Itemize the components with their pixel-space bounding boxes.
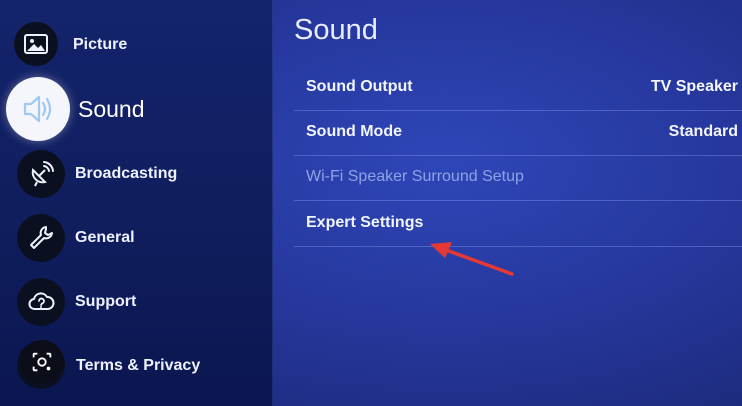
menu-item-label: Sound Mode — [306, 123, 402, 140]
sidebar-item-sound[interactable]: Sound — [0, 77, 272, 141]
menu-item-wifi-speaker-surround-setup: Wi-Fi Speaker Surround Setup — [294, 156, 742, 201]
menu-item-label: Expert Settings — [306, 214, 424, 231]
sidebar-item-label: General — [75, 229, 135, 246]
wrench-icon — [17, 214, 65, 262]
tv-settings-screen: Picture Sound Broadcasting General Suppo… — [0, 0, 742, 406]
speaker-icon — [6, 77, 70, 141]
menu-item-expert-settings[interactable]: Expert Settings — [294, 202, 742, 247]
sidebar-item-label: Picture — [73, 36, 128, 53]
sidebar-item-label: Broadcasting — [75, 165, 178, 182]
menu-item-value: Standard — [668, 123, 738, 140]
picture-icon — [14, 22, 58, 66]
page-title: Sound — [294, 14, 378, 46]
sidebar-item-broadcasting[interactable]: Broadcasting — [0, 150, 272, 198]
menu-item-sound-mode[interactable]: Sound Mode Standard — [294, 111, 742, 156]
menu-item-value: TV Speaker — [650, 78, 738, 95]
satellite-dish-icon — [17, 150, 65, 198]
menu-item-sound-output[interactable]: Sound Output TV Speaker — [294, 66, 742, 111]
menu-item-label: Sound Output — [306, 78, 413, 95]
sidebar-item-label: Sound — [78, 96, 145, 122]
sidebar-item-general[interactable]: General — [0, 214, 272, 262]
sidebar-item-label: Terms & Privacy — [76, 357, 201, 374]
cloud-question-icon — [17, 278, 65, 326]
lens-search-icon[interactable] — [20, 340, 64, 384]
settings-sidebar: Picture Sound Broadcasting General Suppo… — [0, 0, 273, 406]
sidebar-item-picture[interactable]: Picture — [0, 22, 272, 70]
menu-item-label: Wi-Fi Speaker Surround Setup — [306, 168, 524, 185]
sidebar-item-label: Support — [75, 293, 137, 310]
sidebar-item-support[interactable]: Support — [0, 278, 272, 326]
